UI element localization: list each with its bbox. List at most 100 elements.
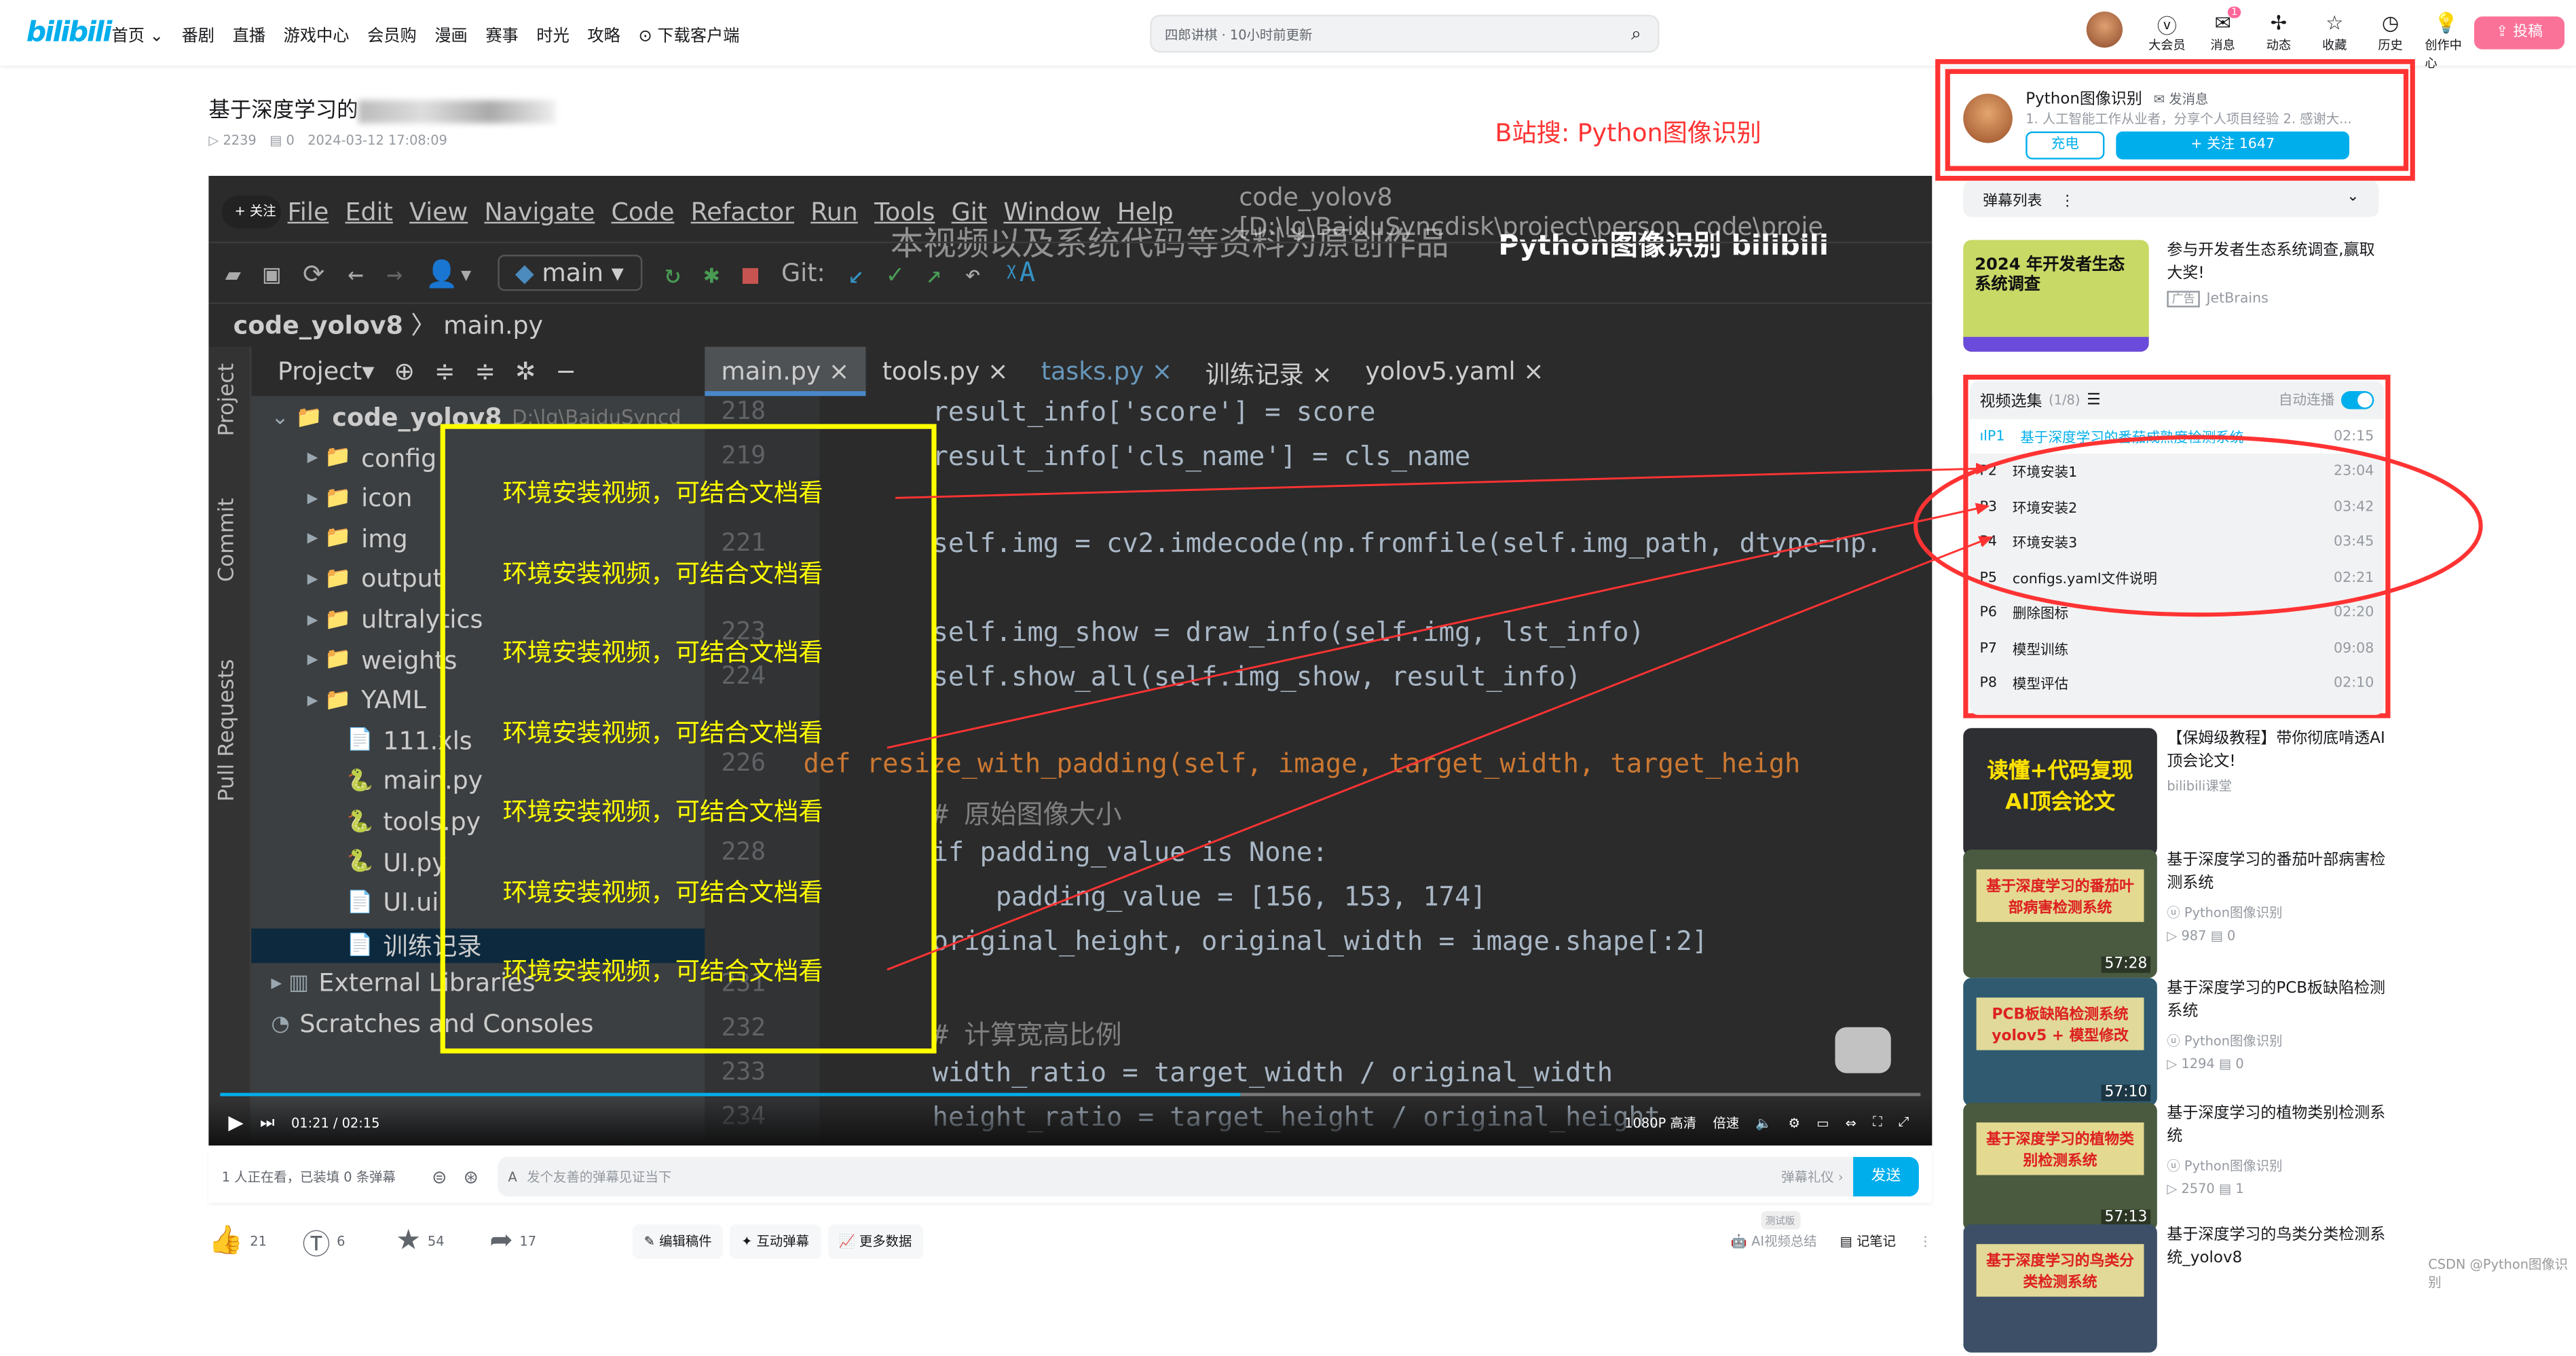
expand-icon: ≑ [434,356,455,386]
send-button[interactable]: 发送 [1853,1156,1919,1196]
nav-item[interactable]: 直播 [233,21,265,46]
rec-views: 2570 [2181,1181,2215,1196]
message-link[interactable]: ✉ 发消息 [2154,92,2208,107]
ai-summary-button[interactable]: 测试版 🤖 AI视频总结 [1731,1210,1817,1250]
bilibili-logo[interactable]: bilibili [26,16,113,49]
nav-history[interactable]: ◷ 历史 [2369,12,2412,54]
rec-uploader[interactable]: ⓤ Python图像识别 [2167,1032,2282,1050]
nav-bulb[interactable]: 💡 创作中心 [2425,12,2467,73]
nav-vip[interactable]: ⓥ 大会员 [2146,12,2188,54]
thumbnail-text: 基于深度学习的植物类别检测系统 [1976,1122,2144,1175]
search-icon[interactable]: ⌕ [1631,23,1641,46]
play-icon[interactable]: ▶ [228,1111,243,1134]
quality-button[interactable]: 1080P 高清 [1624,1114,1696,1132]
playlist-item[interactable]: P5 configs.yaml文件说明 02:21 [1970,560,2384,595]
rec-title[interactable]: 【保姆级教程】带你彻底啃透AI顶会论文! [2167,728,2387,774]
rec-uploader[interactable]: bilibili课堂 [2167,777,2232,796]
share-button[interactable]: ➦ 17 [489,1224,550,1257]
episode-duration: 02:15 [2334,428,2374,445]
playlist-item[interactable]: P3 环境安装2 03:42 [1970,490,2384,524]
progress-bar[interactable] [220,1093,1921,1097]
upload-button[interactable]: ⇪ 投稿 [2474,16,2565,50]
rec-stats: ▷ 2570 ▤ 1 [2167,1181,2243,1196]
rec-thumbnail[interactable]: 基于深度学习的鸟类分类检测系统 [1963,1224,2157,1353]
uploader-avatar[interactable] [1963,93,2013,143]
note-button[interactable]: ▤ 记笔记 [1840,1232,1896,1250]
autoplay-toggle[interactable] [2340,390,2374,409]
danmaku-etiquette-link[interactable]: 弹幕礼仪 › [1781,1168,1843,1186]
wide-icon[interactable]: ⇔ [1846,1115,1856,1130]
charge-button[interactable]: 充电 [2026,131,2105,160]
list-icon[interactable]: ☰ [2087,390,2101,409]
pip-icon[interactable]: ▭ [1816,1115,1829,1130]
playlist-item[interactable]: P4 环境安装3 03:45 [1970,525,2384,560]
tab-label: main.py [721,356,821,386]
speed-button[interactable]: 倍速 [1713,1114,1739,1132]
text-style-icon[interactable]: A [508,1169,517,1184]
more-icon[interactable]: ⋮ [1919,1233,1932,1248]
avatar[interactable] [2086,11,2123,48]
nav-item[interactable]: 首页 ⌄ [112,21,164,46]
coin-button[interactable]: Ⓣ 6 [302,1220,363,1261]
danmaku-settings-icon[interactable]: ⊛ [464,1166,479,1187]
playlist-item[interactable]: P2 环境安装1 23:04 [1970,454,2384,489]
code-line: self.show_all(self.img_show, result_info… [869,660,1582,692]
interactive-danmaku-button[interactable]: ✦ 互动弹幕 [730,1223,821,1258]
tree-label: icon [361,483,413,513]
danmaku-input[interactable]: A 发个友善的弹幕见证当下 弹幕礼仪 › [498,1156,1854,1196]
webfull-icon[interactable]: ⛶ [1873,1114,1882,1131]
playlist-item[interactable]: ıl P1 基于深度学习的番茄成熟度检测系统 02:15 [1969,419,2384,454]
nav-message[interactable]: ✉ 1 消息 [2201,6,2244,54]
progress-fill [220,1093,1241,1097]
like-count: 21 [250,1233,267,1249]
rec-title[interactable]: 基于深度学习的鸟类分类检测系统_yolov8 [2167,1224,2387,1270]
next-icon[interactable]: ⏭ [260,1114,275,1132]
rec-uploader[interactable]: ⓤ Python图像识别 [2167,1157,2282,1175]
ad-card[interactable]: 2024 年开发者生态系统调查 参与开发者生态系统调查,赢取大奖! 广告 JetB… [1963,240,2381,354]
nav-item[interactable]: ⊙ 下载客户端 [638,21,739,46]
follow-overlay-button[interactable]: + 关注 [221,196,281,229]
danmaku-list-dropdown[interactable]: 弹幕列表 ⋮ ⌄ [1963,181,2379,217]
more-data-button[interactable]: 📈 更多数据 [827,1223,924,1258]
favorite-button[interactable]: ★ 54 [396,1224,457,1257]
danmaku-toggle-icon[interactable]: ⊜ [432,1166,447,1187]
rec-thumbnail[interactable]: 基于深度学习的植物类别检测系统 57:13 [1963,1103,2157,1231]
volume-icon[interactable]: 🔈 [1755,1115,1772,1130]
settings-icon[interactable]: ⚙ [1789,1115,1800,1130]
rec-uploader[interactable]: ⓤ Python图像识别 [2167,904,2282,922]
uploader-name[interactable]: Python图像识别 [2026,90,2142,109]
rec-card[interactable]: 读懂+代码复现 AI顶会论文 【保姆级教程】带你彻底啃透AI顶会论文! bilibi… [1963,728,2390,860]
nav-item[interactable]: 番剧 [182,21,214,46]
rec-card[interactable]: PCB板缺陷检测系统 yolov5 + 模型修改 57:10 基于深度学习的PCB板… [1963,978,2390,1110]
tab-label: yolov5.yaml [1365,356,1516,386]
nav-item[interactable]: 漫画 [434,21,467,46]
rec-title[interactable]: 基于深度学习的PCB板缺陷检测系统 [2167,978,2387,1024]
fullscreen-icon[interactable]: ⤢ [1899,1114,1909,1131]
uploader-name-row: Python图像识别 ✉ 发消息 [2026,86,2208,109]
nav-item[interactable]: 会员购 [367,21,417,46]
video-player[interactable]: + 关注 File Edit View Navigate Code Refactor Run T… [208,175,1933,1146]
search-input[interactable]: 四郎讲棋 · 10小时前更新 ⌕ [1150,14,1660,53]
playlist-item[interactable]: P6 删除图标 02:20 [1970,595,2384,630]
nav-item[interactable]: 游戏中心 [284,21,350,46]
nav-item[interactable]: 赛事 [485,21,518,46]
rec-thumbnail[interactable]: PCB板缺陷检测系统 yolov5 + 模型修改 57:10 [1963,978,2157,1106]
like-button[interactable]: 👍 21 [208,1224,269,1257]
follow-button[interactable]: + 关注 1647 [2116,131,2350,160]
rec-thumbnail[interactable]: 基于深度学习的番茄叶部病害检测系统 57:28 [1963,849,2157,978]
rec-thumbnail[interactable]: 读懂+代码复现 AI顶会论文 [1963,728,2157,856]
rec-title[interactable]: 基于深度学习的番茄叶部病害检测系统 [2167,849,2387,896]
more-icon[interactable]: ⋮ [2060,194,2075,210]
rec-title[interactable]: 基于深度学习的植物类别检测系统 [2167,1103,2387,1149]
nav-dynamic[interactable]: ✢ 动态 [2257,12,2300,54]
rec-card[interactable]: 基于深度学习的番茄叶部病害检测系统 57:28 基于深度学习的番茄叶部病害检测系统 ⓤ… [1963,849,2390,981]
nav-item[interactable]: 攻略 [587,21,620,46]
nav-star[interactable]: ☆ 收藏 [2313,12,2356,54]
playlist-item[interactable]: P8 模型评估 02:10 [1970,666,2384,701]
edit-button[interactable]: ✎ 编辑稿件 [632,1223,724,1258]
nav-item[interactable]: 时光 [536,21,569,46]
playlist-item[interactable]: P7 模型训练 09:08 [1970,631,2384,665]
episode-number: P3 [1979,498,1997,515]
rec-card[interactable]: 基于深度学习的植物类别检测系统 57:13 基于深度学习的植物类别检测系统 ⓤ Pyt… [1963,1103,2390,1234]
rec-card[interactable]: 基于深度学习的鸟类分类检测系统 基于深度学习的鸟类分类检测系统_yolov8 [1963,1224,2390,1356]
